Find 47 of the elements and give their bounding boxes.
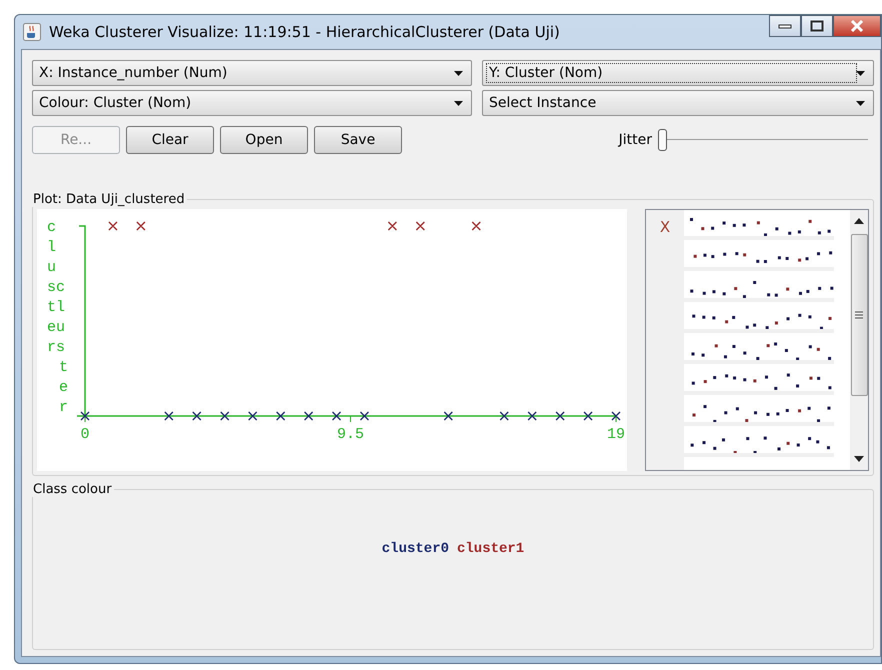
- action-button[interactable]: Open: [220, 126, 308, 154]
- minimize-icon: [778, 22, 792, 30]
- y-axis-label: r: [59, 399, 68, 416]
- y-axis-label: eu: [47, 319, 66, 336]
- dropdown-value: X: Instance_number (Num): [38, 64, 228, 82]
- dropdown[interactable]: Select Instance: [482, 90, 874, 116]
- maximize-icon: [810, 20, 824, 32]
- y-axis-label: e: [59, 379, 68, 396]
- dropdown[interactable]: Y: Cluster (Nom): [482, 60, 874, 86]
- class-label: cluster0: [382, 541, 449, 557]
- dropdown[interactable]: X: Instance_number (Num): [32, 60, 472, 86]
- y-axis-label: rs: [47, 339, 66, 356]
- x-tick-label: 9.5: [337, 426, 364, 443]
- x-tick-label: 0: [80, 426, 90, 443]
- axis-button[interactable]: X: [660, 218, 670, 236]
- action-button[interactable]: Clear: [126, 126, 214, 154]
- close-button[interactable]: [833, 15, 881, 37]
- panel-title: Class colour: [32, 482, 113, 497]
- y-axis-label: sc: [47, 279, 66, 296]
- dropdown-value: Y: Cluster (Nom): [487, 64, 856, 82]
- y-axis-label: t: [59, 359, 68, 376]
- jitter-label: Jitter: [618, 132, 652, 148]
- y-axis-label: l: [47, 239, 56, 256]
- dropdown-arrow-icon: [856, 100, 865, 106]
- dropdown-value: Colour: Cluster (Nom): [38, 94, 192, 112]
- window-title: Weka Clusterer Visualize: 11:19:51 - HierarchicalClusterer (Data Uji): [49, 23, 560, 41]
- dropdown-arrow-icon: [454, 100, 463, 106]
- dropdown[interactable]: Colour: Cluster (Nom): [32, 90, 472, 116]
- class-label: cluster1: [457, 541, 524, 557]
- dropdown-arrow-icon: [856, 70, 865, 76]
- scrollbar[interactable]: [850, 210, 868, 470]
- jitter-slider[interactable]: [658, 129, 868, 151]
- dropdown-arrow-icon: [454, 70, 463, 76]
- maximize-button[interactable]: [801, 15, 833, 37]
- coffee-cup-icon: [23, 23, 41, 41]
- panel-title: Plot: Data Uji_clustered: [32, 192, 186, 207]
- scroll-up-icon[interactable]: [852, 216, 866, 226]
- minimize-button[interactable]: [769, 15, 801, 37]
- scroll-down-icon[interactable]: [852, 454, 866, 464]
- close-icon: [850, 20, 864, 32]
- dropdown-value: Select Instance: [488, 94, 598, 112]
- action-button[interactable]: Save: [314, 126, 402, 154]
- grip-icon: [855, 311, 863, 319]
- x-tick-label: 19: [607, 426, 625, 443]
- y-axis-label: c: [47, 219, 56, 236]
- y-axis-label: u: [47, 259, 56, 276]
- y-axis-label: tl: [47, 299, 66, 316]
